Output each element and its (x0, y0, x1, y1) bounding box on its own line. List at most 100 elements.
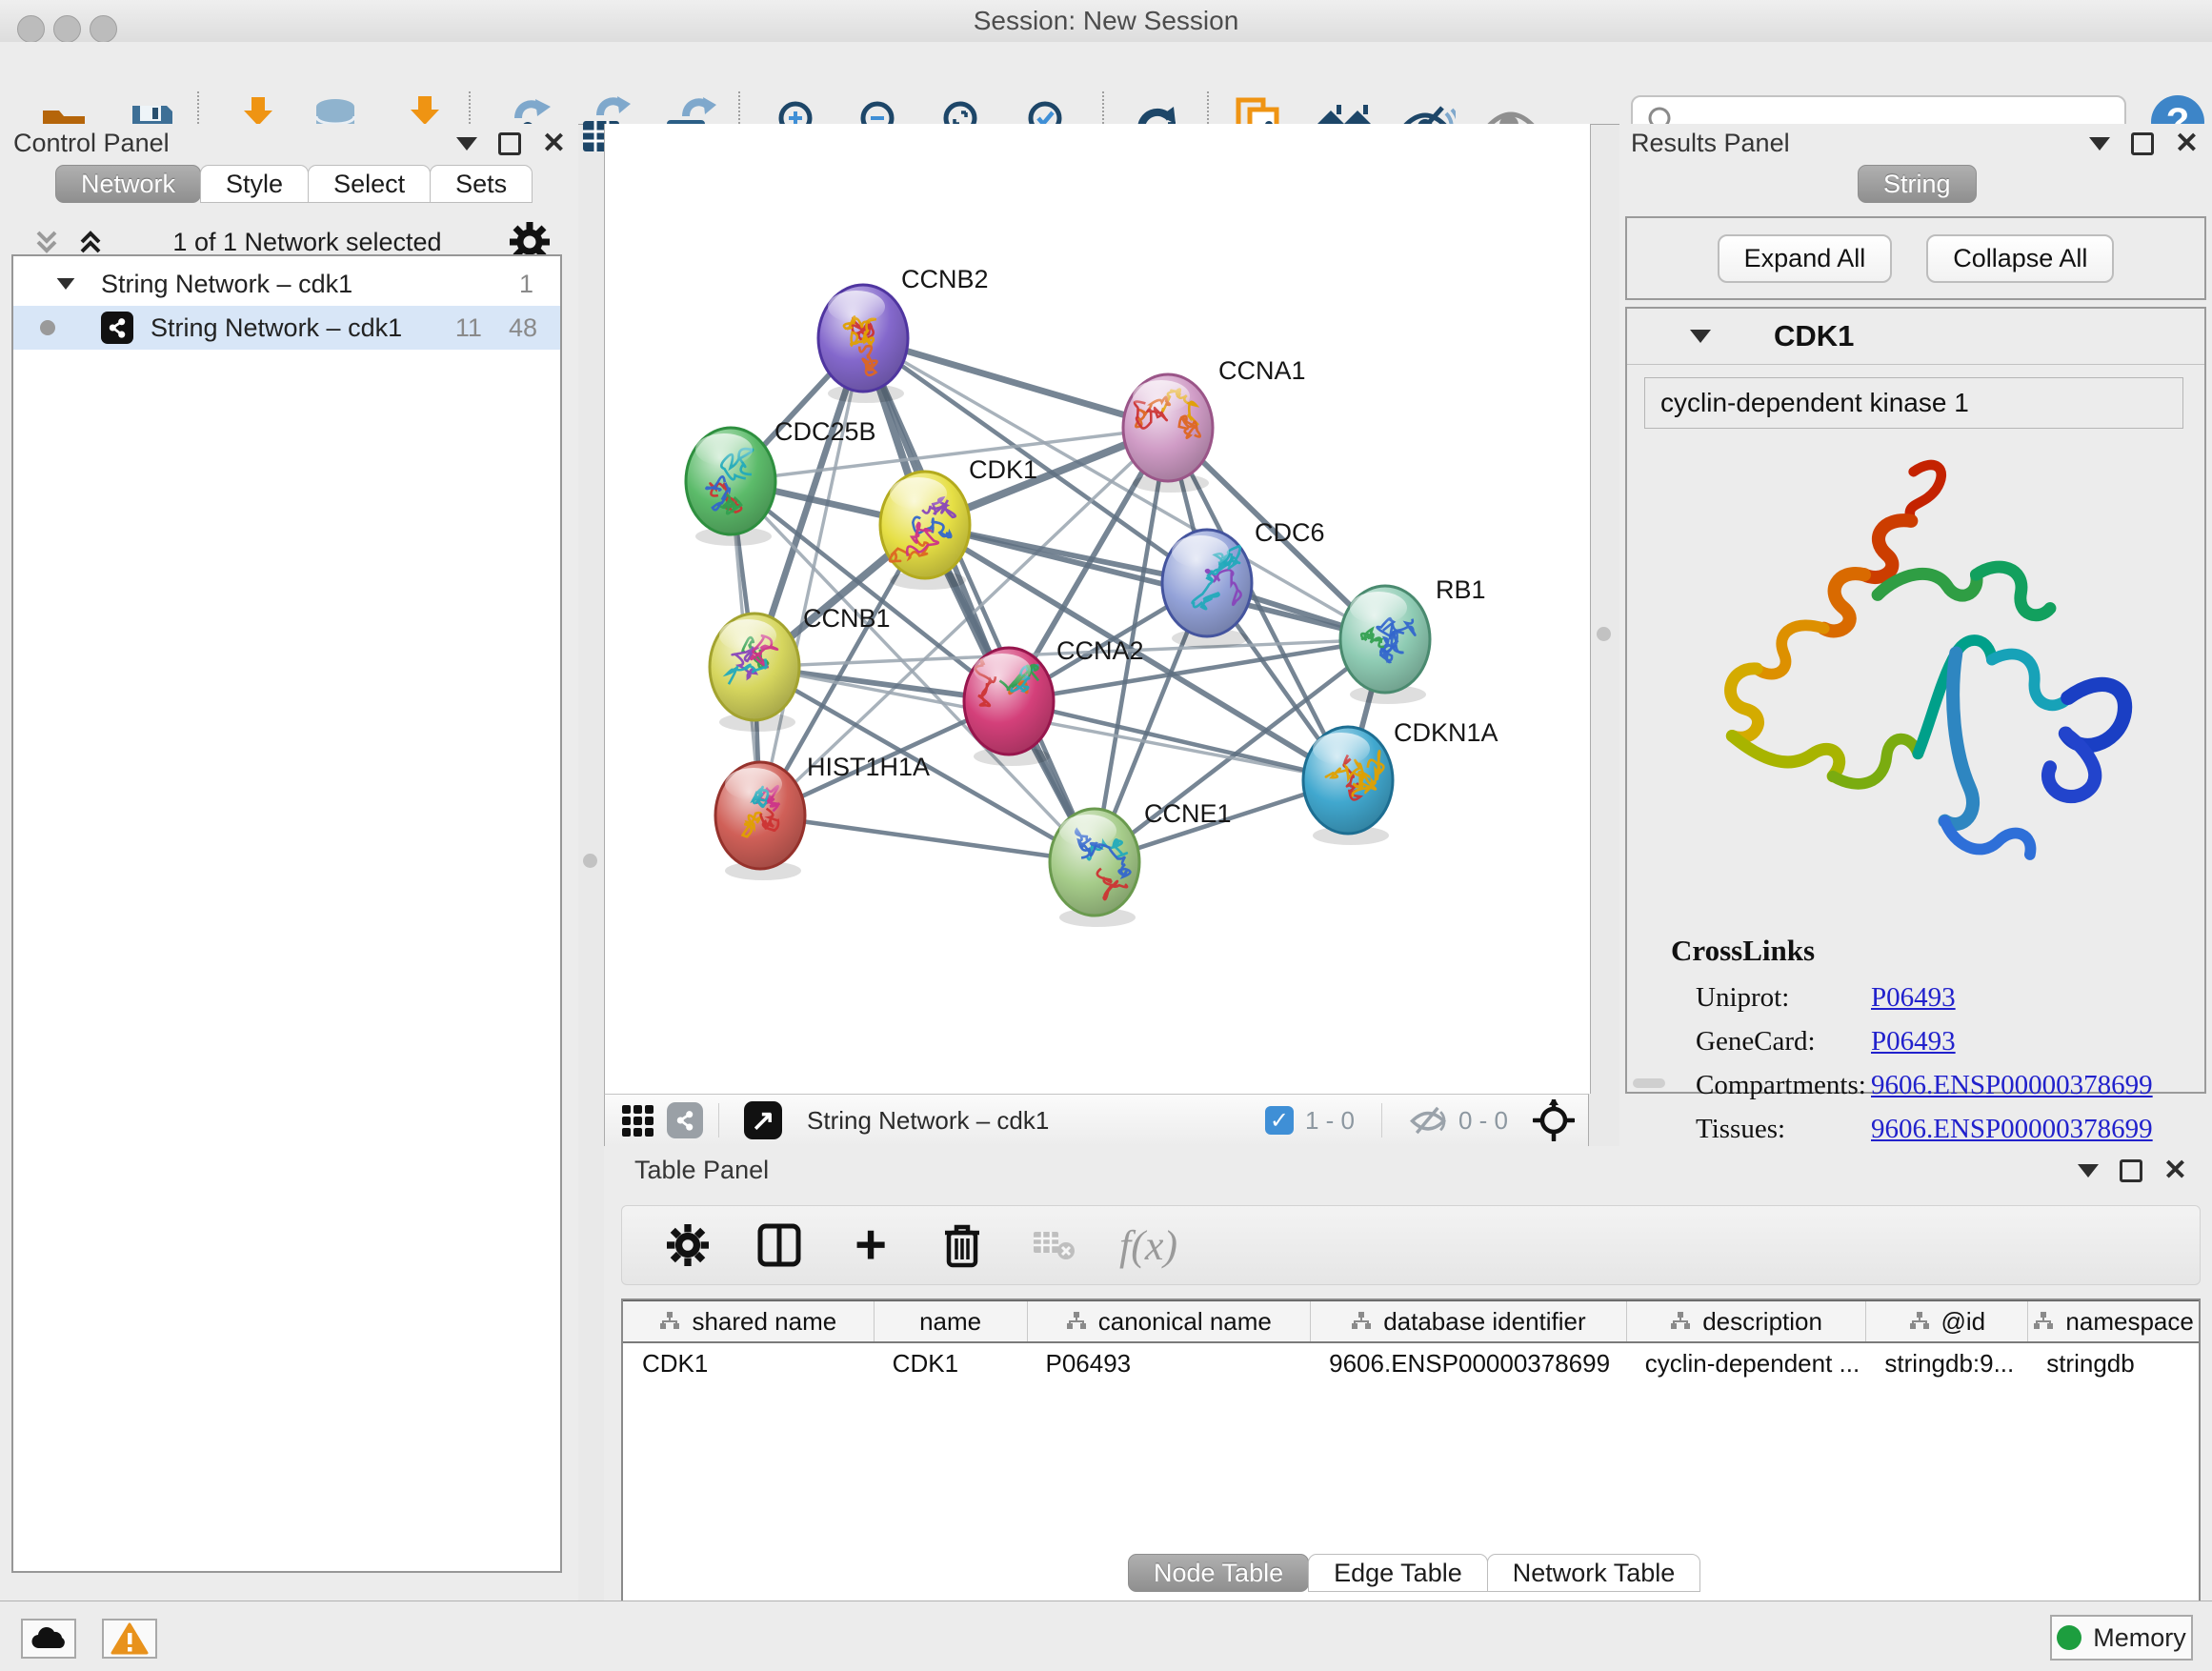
network-view-canvas[interactable]: CCNB2CCNA1CDC25BCDK1CDC6RB1CCNB1CCNA2CDK… (604, 124, 1591, 1094)
panel-maximize-icon[interactable] (2131, 132, 2154, 155)
network-node-CDKN1A[interactable] (1303, 727, 1393, 845)
tab-network-table[interactable]: Network Table (1487, 1554, 1701, 1592)
crosslink-link[interactable]: P06493 (1871, 1026, 1956, 1057)
table-cell[interactable]: CDK1 (874, 1343, 1027, 1383)
node-label-CDKN1A: CDKN1A (1394, 718, 1498, 747)
tab-style[interactable]: Style (200, 165, 309, 203)
column-type-icon (1670, 1311, 1691, 1332)
column-header--id[interactable]: @id (1865, 1301, 2027, 1341)
collapse-all-button[interactable]: Collapse All (1926, 234, 2114, 283)
table-row[interactable]: CDK1CDK1P064939606.ENSP00000378699cyclin… (623, 1343, 2199, 1383)
selected-checkbox-icon[interactable]: ✓ (1265, 1106, 1294, 1135)
cloud-status-button[interactable] (21, 1619, 76, 1659)
table-cell[interactable]: cyclin-dependent ... (1626, 1343, 1866, 1383)
expand-all-chevron-icon[interactable] (76, 227, 105, 257)
network-node-CCNA1[interactable] (1123, 374, 1213, 493)
protein-structure-image[interactable] (1673, 452, 2159, 899)
right-splitter-handle[interactable] (1597, 627, 1611, 641)
results-panel-title: Results Panel (1631, 129, 1790, 158)
collapse-all-chevron-icon[interactable] (32, 227, 61, 257)
add-column-icon[interactable]: + (845, 1219, 896, 1271)
tab-string[interactable]: String (1858, 165, 1977, 203)
control-panel: Control Panel ✕ NetworkStyleSelectSets 1… (0, 124, 578, 1601)
expand-all-button[interactable]: Expand All (1718, 234, 1893, 283)
delete-column-trash-icon[interactable] (936, 1219, 988, 1271)
crosslink-row: GeneCard:P06493 (1696, 1019, 2191, 1063)
column-header-description[interactable]: description (1626, 1301, 1866, 1341)
node-label-CDC25B: CDC25B (774, 417, 876, 446)
results-panel: Results Panel ✕ String Expand All Collap… (1619, 124, 2212, 1146)
table-cell[interactable]: CDK1 (623, 1343, 874, 1383)
detach-view-icon[interactable]: ↗ (744, 1101, 782, 1139)
tab-node-table[interactable]: Node Table (1128, 1554, 1309, 1592)
table-header-row: shared namenamecanonical namedatabase id… (623, 1300, 2199, 1343)
network-collection-row[interactable]: String Network – cdk1 1 (13, 262, 560, 306)
control-panel-tabs: NetworkStyleSelectSets (55, 165, 532, 203)
crosslink-link[interactable]: 9606.ENSP00000378699 (1871, 1114, 2153, 1145)
node-label-CCNE1: CCNE1 (1144, 799, 1232, 828)
tab-network[interactable]: Network (55, 165, 201, 203)
panel-float-icon[interactable] (2078, 1164, 2099, 1178)
panel-close-icon[interactable]: ✕ (2175, 130, 2199, 158)
network-node-CCNB1[interactable] (710, 614, 799, 732)
network-node-CCNB2[interactable] (818, 285, 908, 403)
table-cell[interactable]: stringdb (2027, 1343, 2199, 1383)
network-node-CCNE1[interactable] (1050, 809, 1139, 927)
node-label-CCNB2: CCNB2 (901, 265, 989, 293)
panel-close-icon[interactable]: ✕ (2163, 1157, 2187, 1185)
network-row-selected[interactable]: String Network – cdk1 11 48 (13, 306, 560, 350)
grid-view-icon[interactable] (622, 1105, 654, 1137)
tab-sets[interactable]: Sets (430, 165, 533, 203)
column-type-icon (1351, 1311, 1372, 1332)
view-indicator-dot-icon (40, 320, 55, 335)
protein-description-box: cyclin-dependent kinase 1 (1644, 377, 2183, 429)
table-cell[interactable]: 9606.ENSP00000378699 (1310, 1343, 1626, 1383)
collection-count: 1 (519, 270, 533, 299)
protein-header-row[interactable]: CDK1 (1627, 309, 2204, 365)
collection-expander-icon[interactable] (57, 278, 75, 290)
table-options-gear-icon[interactable] (662, 1219, 714, 1271)
panel-maximize-icon[interactable] (2120, 1159, 2142, 1182)
panel-close-icon[interactable]: ✕ (542, 130, 566, 158)
show-columns-icon[interactable] (754, 1219, 805, 1271)
birdseye-crosshair-icon[interactable] (1533, 1099, 1575, 1141)
warning-status-button[interactable] (102, 1619, 157, 1659)
column-header-namespace[interactable]: namespace (2027, 1301, 2199, 1341)
network-node-HIST1H1A[interactable] (715, 762, 805, 880)
crosslink-link[interactable]: 9606.ENSP00000378699 (1871, 1070, 2153, 1101)
table-cell[interactable]: P06493 (1026, 1343, 1310, 1383)
column-header-canonical-name[interactable]: canonical name (1027, 1301, 1311, 1341)
panel-float-icon[interactable] (456, 137, 477, 151)
table-body: CDK1CDK1P064939606.ENSP00000378699cyclin… (623, 1343, 2199, 1383)
node-label-CDC6: CDC6 (1255, 518, 1325, 547)
tab-select[interactable]: Select (308, 165, 431, 203)
network-share-icon (101, 312, 133, 344)
crosslink-row: Uniprot:P06493 (1696, 976, 2191, 1019)
control-panel-title: Control Panel (13, 129, 170, 158)
panel-maximize-icon[interactable] (498, 132, 521, 155)
memory-label: Memory (2093, 1623, 2186, 1653)
crosslink-label: GeneCard: (1696, 1026, 1871, 1057)
crosslink-link[interactable]: P06493 (1871, 982, 1956, 1014)
node-label-RB1: RB1 (1436, 575, 1486, 604)
node-label-CDK1: CDK1 (969, 455, 1037, 484)
column-header-shared-name[interactable]: shared name (623, 1301, 874, 1341)
tab-edge-table[interactable]: Edge Table (1308, 1554, 1488, 1592)
left-splitter-handle[interactable] (583, 854, 597, 868)
memory-button[interactable]: Memory (2050, 1615, 2193, 1661)
results-hscrollbar[interactable] (1633, 1078, 1665, 1088)
table-cell[interactable]: stringdb:9... (1865, 1343, 2027, 1383)
protein-expander-icon[interactable] (1690, 330, 1711, 343)
status-bar: Memory (0, 1601, 2212, 1671)
network-node-CDC25B[interactable] (686, 428, 775, 546)
network-node-RB1[interactable] (1340, 586, 1430, 704)
network-badge-icon[interactable] (667, 1102, 703, 1138)
title-bar: Session: New Session (0, 0, 2212, 43)
node-label-CCNA2: CCNA2 (1056, 636, 1144, 665)
column-header-database-identifier[interactable]: database identifier (1310, 1301, 1626, 1341)
memory-status-dot-icon (2057, 1625, 2081, 1650)
panel-float-icon[interactable] (2089, 137, 2110, 151)
column-header-name[interactable]: name (874, 1301, 1027, 1341)
protein-description: cyclin-dependent kinase 1 (1660, 388, 1969, 418)
selected-counts: 1 - 0 (1305, 1106, 1355, 1136)
